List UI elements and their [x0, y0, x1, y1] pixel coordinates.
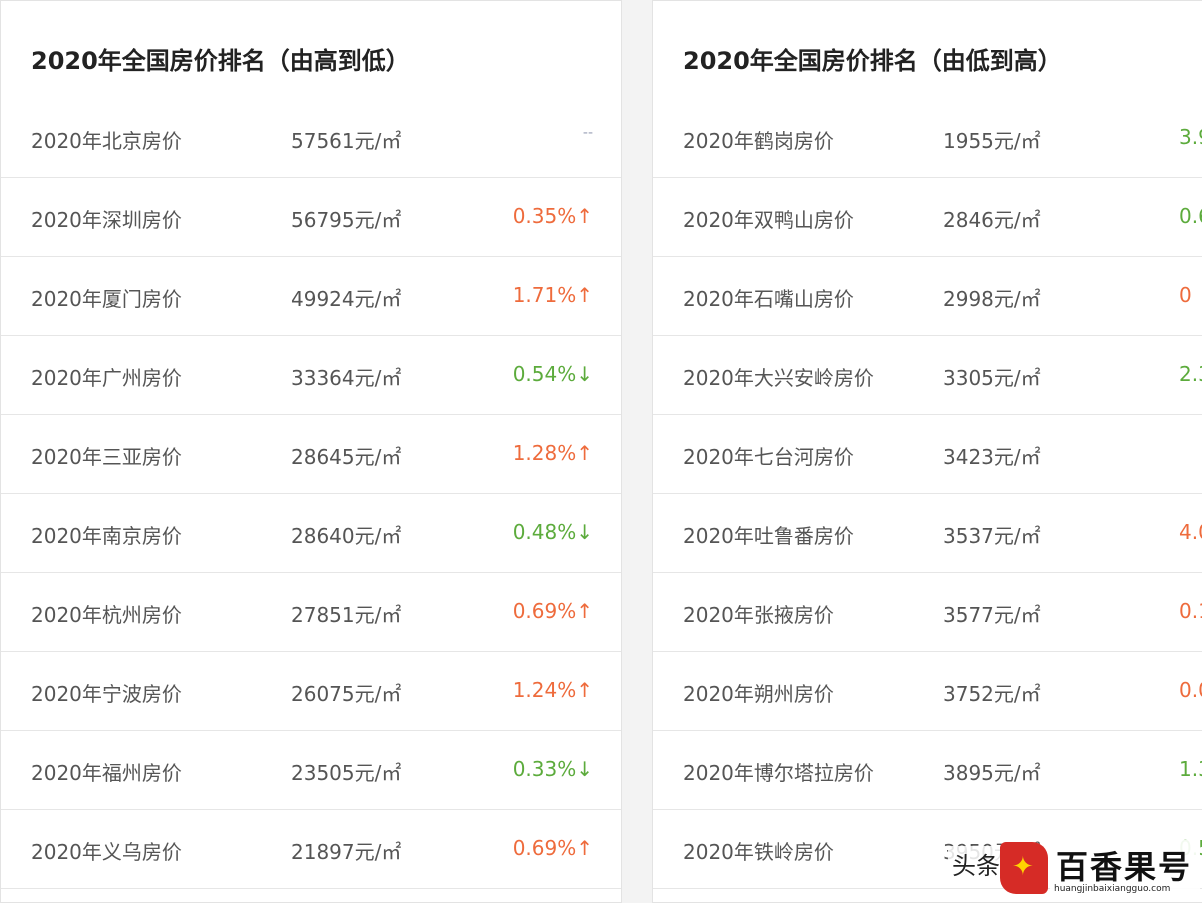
city-name: 2020年石嘴山房价 — [683, 287, 854, 311]
city-name: 2020年福州房价 — [31, 761, 182, 785]
price-value: 57561元/㎡ — [291, 129, 402, 153]
change-value: 0.33%↓ — [512, 757, 593, 781]
change-value: 4.0 — [1179, 520, 1202, 544]
price-value: 21897元/㎡ — [291, 840, 402, 864]
city-name: 2020年义乌房价 — [31, 840, 182, 864]
table-row[interactable]: 2020年深圳房价 56795元/㎡ 0.35%↑ — [1, 178, 621, 257]
watermark-brand: 百香果号 — [1056, 848, 1193, 886]
city-name: 2020年铁岭房价 — [683, 840, 834, 864]
price-value: 3423元/㎡ — [943, 445, 1041, 469]
change-value: 0.54%↓ — [512, 362, 593, 386]
table-row[interactable]: 2020年吐鲁番房价 3537元/㎡ 4.0 — [653, 494, 1202, 573]
table-row[interactable]: 2020年杭州房价 27851元/㎡ 0.69%↑ — [1, 573, 621, 652]
price-value: 33364元/㎡ — [291, 366, 402, 390]
city-name: 2020年南京房价 — [31, 524, 182, 548]
ranking-list: 2020年北京房价 57561元/㎡ -- 2020年深圳房价 56795元/㎡ 0.35… — [1, 99, 621, 889]
price-ranking-high-to-low-panel: 2020年全国房价排名（由高到低） 2020年北京房价 57561元/㎡ -- 202… — [0, 0, 622, 903]
change-value: 0 — [1179, 283, 1192, 307]
table-row[interactable]: 2020年大兴安岭房价 3305元/㎡ 2.3 — [653, 336, 1202, 415]
panel-title: 2020年全国房价排名（由低到高） — [683, 47, 1062, 75]
city-name: 2020年北京房价 — [31, 129, 182, 153]
price-value: 3305元/㎡ — [943, 366, 1041, 390]
change-value: 2.3 — [1179, 362, 1202, 386]
price-value: 49924元/㎡ — [291, 287, 402, 311]
city-name: 2020年广州房价 — [31, 366, 182, 390]
ranking-list: 2020年鹤岗房价1955元/㎡3.92020年双鸭山房价2846元/㎡0.62… — [653, 99, 1202, 889]
price-value: 28640元/㎡ — [291, 524, 402, 548]
change-value: -- — [582, 125, 593, 141]
table-row[interactable]: 2020年南京房价 28640元/㎡ 0.48%↓ — [1, 494, 621, 573]
city-name: 2020年博尔塔拉房价 — [683, 761, 874, 785]
change-value: 0.1 — [1179, 599, 1202, 623]
watermark-prefix: 头条 — [948, 846, 1004, 881]
price-value: 3752元/㎡ — [943, 682, 1041, 706]
city-name: 2020年三亚房价 — [31, 445, 182, 469]
price-value: 2846元/㎡ — [943, 208, 1041, 232]
city-name: 2020年深圳房价 — [31, 208, 182, 232]
price-value: 2998元/㎡ — [943, 287, 1041, 311]
table-row[interactable]: 2020年三亚房价 28645元/㎡ 1.28%↑ — [1, 415, 621, 494]
change-value: 1.71%↑ — [512, 283, 593, 307]
change-value: 0.69%↑ — [512, 836, 593, 860]
change-value: 0.6 — [1179, 204, 1202, 228]
city-name: 2020年双鸭山房价 — [683, 208, 854, 232]
table-row[interactable]: 2020年七台河房价 3423元/㎡ — [653, 415, 1202, 494]
price-value: 1955元/㎡ — [943, 129, 1041, 153]
star-icon: ✦ — [1012, 852, 1034, 882]
table-row[interactable]: 2020年北京房价 57561元/㎡ -- — [1, 99, 621, 178]
panel-title: 2020年全国房价排名（由高到低） — [31, 47, 410, 75]
table-row[interactable]: 2020年石嘴山房价 2998元/㎡ 0 — [653, 257, 1202, 336]
change-value: 0.69%↑ — [512, 599, 593, 623]
city-name: 2020年鹤岗房价 — [683, 129, 834, 153]
table-row[interactable]: 2020年广州房价 33364元/㎡ 0.54%↓ — [1, 336, 621, 415]
price-value: 26075元/㎡ — [291, 682, 402, 706]
city-name: 2020年朔州房价 — [683, 682, 834, 706]
table-row[interactable]: 2020年福州房价 23505元/㎡ 0.33%↓ — [1, 731, 621, 810]
price-value: 3895元/㎡ — [943, 761, 1041, 785]
table-row[interactable]: 2020年张掖房价 3577元/㎡ 0.1 — [653, 573, 1202, 652]
table-row[interactable]: 2020年博尔塔拉房价 3895元/㎡ 1.3 — [653, 731, 1202, 810]
city-name: 2020年厦门房价 — [31, 287, 182, 311]
change-value: 0.0 — [1179, 678, 1202, 702]
table-row[interactable]: 2020年鹤岗房价 1955元/㎡ 3.9 — [653, 99, 1202, 178]
city-name: 2020年七台河房价 — [683, 445, 854, 469]
change-value: 1.24%↑ — [512, 678, 593, 702]
city-name: 2020年吐鲁番房价 — [683, 524, 854, 548]
table-row[interactable]: 2020年厦门房价 49924元/㎡ 1.71%↑ — [1, 257, 621, 336]
price-value: 28645元/㎡ — [291, 445, 402, 469]
city-name: 2020年宁波房价 — [31, 682, 182, 706]
price-value: 27851元/㎡ — [291, 603, 402, 627]
table-row[interactable]: 2020年义乌房价 21897元/㎡ 0.69%↑ — [1, 810, 621, 889]
price-value: 3577元/㎡ — [943, 603, 1041, 627]
watermark-url: huangjinbaixiangguo.com — [1054, 884, 1171, 894]
price-value: 3537元/㎡ — [943, 524, 1041, 548]
table-row[interactable]: 2020年双鸭山房价 2846元/㎡ 0.6 — [653, 178, 1202, 257]
price-value: 56795元/㎡ — [291, 208, 402, 232]
table-row[interactable]: 2020年朔州房价 3752元/㎡ 0.0 — [653, 652, 1202, 731]
change-value: 0.35%↑ — [512, 204, 593, 228]
change-value: 1.28%↑ — [512, 441, 593, 465]
change-value: 0.48%↓ — [512, 520, 593, 544]
price-ranking-low-to-high-panel: 2020年全国房价排名（由低到高） 2020年鹤岗房价1955元/㎡3.9202… — [652, 0, 1202, 903]
price-value: 23505元/㎡ — [291, 761, 402, 785]
city-name: 2020年张掖房价 — [683, 603, 834, 627]
change-value: 1.3 — [1179, 757, 1202, 781]
city-name: 2020年大兴安岭房价 — [683, 366, 874, 390]
city-name: 2020年杭州房价 — [31, 603, 182, 627]
table-row[interactable]: 2020年宁波房价 26075元/㎡ 1.24%↑ — [1, 652, 621, 731]
change-value: 3.9 — [1179, 125, 1202, 149]
